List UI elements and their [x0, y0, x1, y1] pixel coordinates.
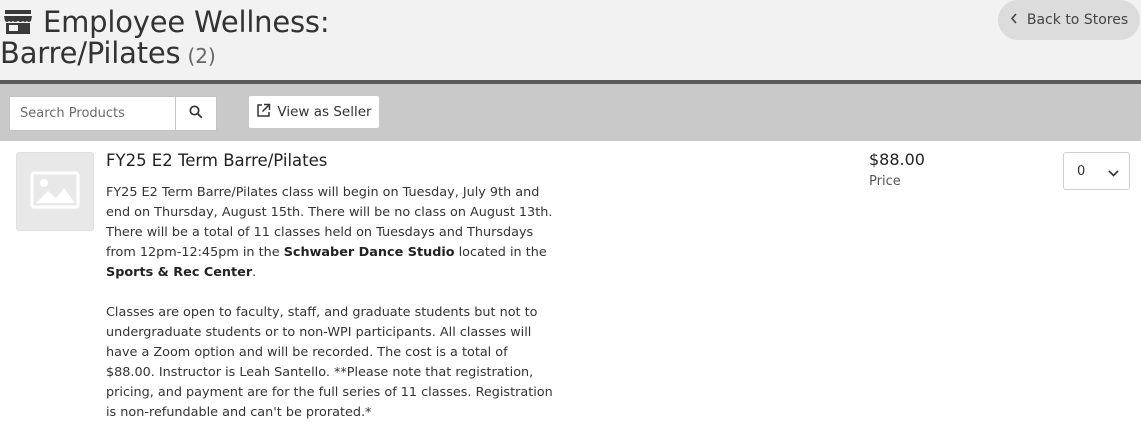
description-text: located in the [454, 245, 547, 260]
store-icon [3, 9, 33, 35]
search-button[interactable] [175, 96, 217, 131]
view-as-seller-label: View as Seller [277, 104, 372, 120]
chevron-down-icon [1108, 162, 1119, 181]
page-title: Employee Wellness: [43, 5, 330, 39]
quantity-select[interactable]: 0 [1063, 152, 1130, 190]
description-text: . [252, 265, 257, 280]
back-to-stores-button[interactable]: Back to Stores [998, 0, 1140, 40]
product-count: (2) [187, 44, 216, 68]
product-card: FY25 E2 Term Barre/Pilates FY25 E2 Term … [0, 141, 1141, 437]
description-paragraph-1: FY25 E2 Term Barre/Pilates class will be… [106, 183, 558, 283]
description-paragraph-2: Classes are open to faculty, staff, and … [106, 305, 553, 420]
description-bold-center: Sports & Rec Center [106, 265, 253, 280]
page-header: Employee Wellness: Barre/Pilates (2) Bac… [0, 0, 1141, 80]
store-name: Barre/Pilates [0, 36, 181, 70]
search-group [9, 96, 217, 131]
product-image[interactable] [16, 152, 94, 231]
chevron-left-icon [1010, 12, 1018, 28]
back-to-stores-label: Back to Stores [1026, 12, 1129, 28]
search-input[interactable] [9, 96, 175, 131]
description-bold-location: Schwaber Dance Studio [283, 245, 455, 260]
product-title[interactable]: FY25 E2 Term Barre/Pilates [106, 151, 327, 170]
view-as-seller-button[interactable]: View as Seller [249, 96, 379, 128]
product-description: FY25 E2 Term Barre/Pilates class will be… [106, 183, 558, 423]
product-price: $88.00 [869, 150, 925, 169]
toolbar: View as Seller [0, 84, 1141, 141]
price-label: Price [869, 174, 901, 189]
image-placeholder-icon [30, 171, 80, 213]
quantity-value: 0 [1077, 163, 1086, 179]
page-title-line2: Barre/Pilates (2) [0, 36, 216, 74]
search-icon [189, 104, 203, 123]
external-link-icon [256, 103, 271, 122]
